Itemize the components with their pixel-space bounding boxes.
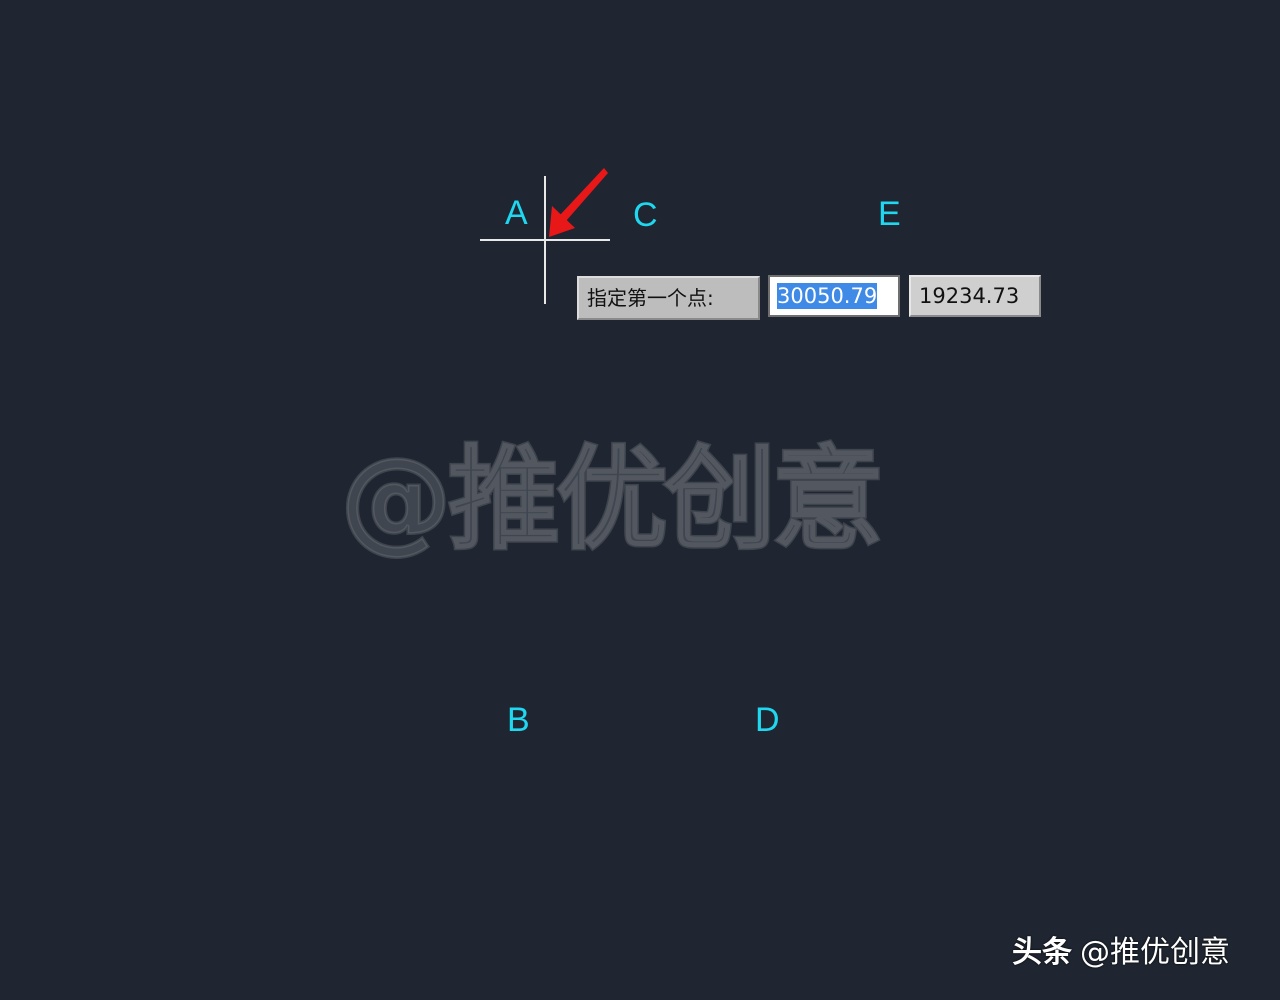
red-arrow-icon	[549, 168, 608, 237]
drawing-canvas[interactable]: A C E B D @推优创意 指定第一个点: 30050.79 19234.7…	[0, 0, 1280, 1000]
x-coordinate-value: 30050.79	[777, 283, 878, 309]
point-label-c: C	[633, 196, 658, 234]
y-coordinate-input[interactable]: 19234.73	[909, 275, 1041, 317]
corner-watermark-handle: @推优创意	[1080, 935, 1230, 970]
point-label-e: E	[878, 195, 901, 233]
point-label-d: D	[755, 701, 780, 739]
point-label-b: B	[507, 701, 530, 739]
point-label-a: A	[505, 194, 528, 232]
center-watermark: @推优创意	[339, 434, 886, 567]
command-prompt-label: 指定第一个点:	[577, 276, 760, 320]
corner-watermark: 头条 @推优创意	[1012, 930, 1262, 976]
x-coordinate-input[interactable]: 30050.79	[768, 275, 900, 317]
corner-watermark-brand: 头条	[1012, 935, 1072, 970]
